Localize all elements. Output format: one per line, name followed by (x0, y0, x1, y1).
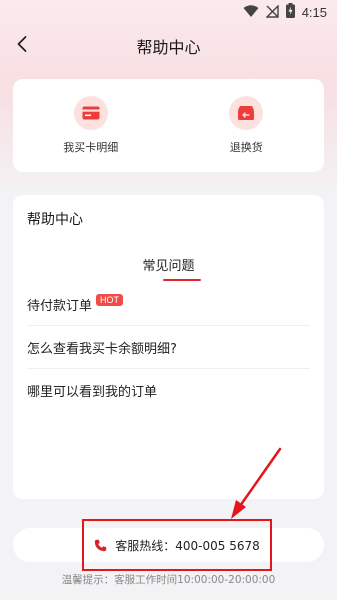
annotation-arrow (231, 447, 282, 519)
